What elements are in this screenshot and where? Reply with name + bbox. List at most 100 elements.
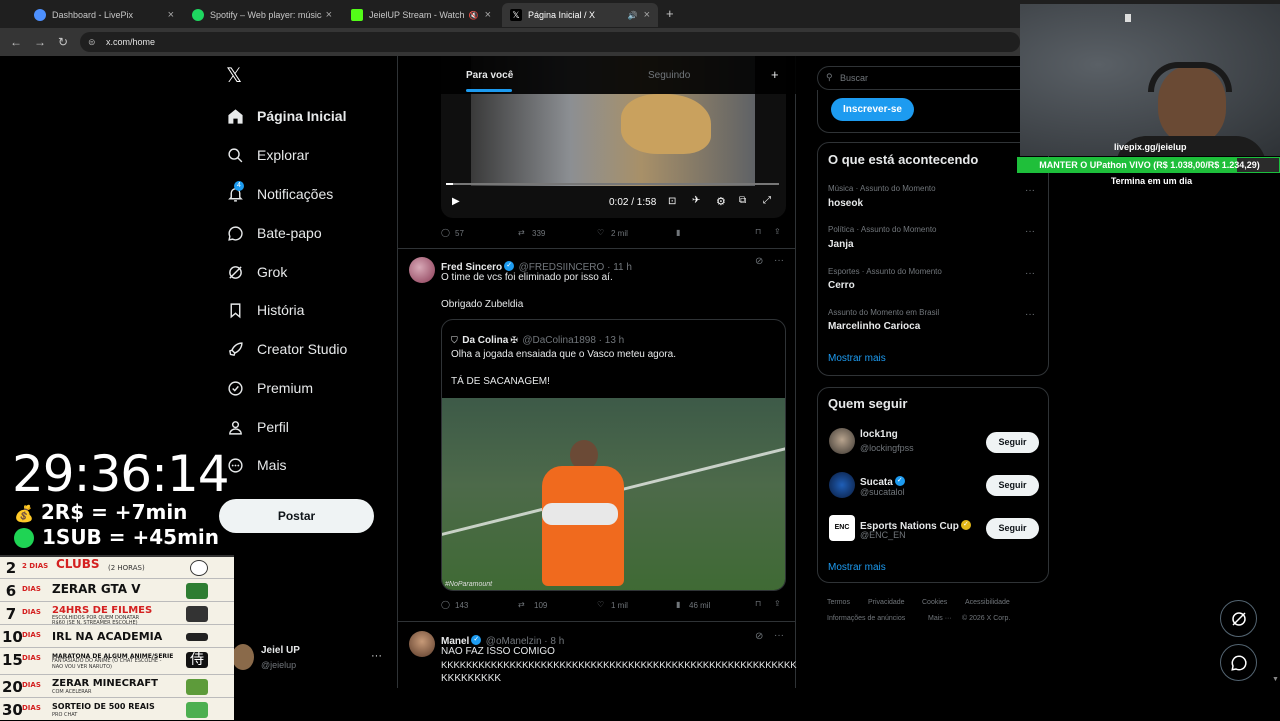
add-feed-icon[interactable]: +	[771, 67, 779, 82]
sidebar-item-notifications[interactable]: 4 Notificações	[226, 180, 333, 208]
audio-tab-icon[interactable]: 🔊	[628, 11, 638, 20]
url-bar[interactable]: ⊜ x.com/home	[80, 32, 1020, 52]
bookmark-icon[interactable]: ⊓	[755, 227, 761, 236]
sidebar-item-creator-studio[interactable]: Creator Studio	[226, 335, 347, 363]
sidebar-item-home[interactable]: Página Inicial	[226, 102, 346, 130]
subscribe-button[interactable]: Inscrever-se	[831, 98, 914, 121]
tweet-avatar[interactable]	[409, 631, 435, 657]
more-icon[interactable]: ···	[774, 630, 784, 641]
follow-button[interactable]: Seguir	[986, 432, 1039, 453]
reply-icon[interactable]: ◯	[441, 228, 450, 237]
site-info-icon[interactable]: ⊜	[88, 32, 96, 52]
share-icon[interactable]: ⇪	[774, 599, 781, 608]
quote-tweet[interactable]: ⛉ Da Colina ✠ @DaColina1898 · 13 h Olha a…	[441, 319, 786, 591]
follow-button[interactable]: Seguir	[986, 475, 1039, 496]
sidebar-item-chat[interactable]: Bate-papo	[226, 219, 322, 247]
more-icon[interactable]: ···	[774, 255, 784, 266]
tweet-text: Obrigado Zubeldia	[441, 299, 524, 310]
reload-icon[interactable]: ↻	[58, 35, 68, 49]
account-menu-button[interactable]: ···	[371, 650, 382, 662]
pip-icon[interactable]: ⧉	[739, 195, 746, 206]
browser-tab-spotify[interactable]: Spotify – Web player: música p ×	[184, 3, 340, 27]
grok-icon[interactable]: ⊘	[755, 256, 763, 267]
quote-media-image[interactable]: #NoParamount	[442, 398, 785, 590]
goal-subtext: FANTASIADO DO ANIME (O CHAT ESCOLHE - NA…	[52, 658, 162, 670]
livepix-favicon-icon	[34, 9, 46, 21]
browser-tab-x[interactable]: 𝕏 Página Inicial / X 🔊 ×	[502, 3, 658, 27]
url-text: x.com/home	[106, 37, 156, 47]
search-box[interactable]: ⚲ Buscar	[817, 66, 1027, 90]
close-tab-icon[interactable]: ×	[644, 9, 650, 21]
grok-fab-button[interactable]	[1220, 600, 1257, 637]
browser-tab-livepix[interactable]: Dashboard - LivePix ×	[26, 3, 182, 27]
back-arrow-icon[interactable]: ←	[10, 35, 22, 49]
more-icon[interactable]: ···	[1025, 309, 1035, 320]
suggestion-avatar[interactable]	[829, 428, 855, 454]
footer-accessibility-link[interactable]: Acessibilidade	[965, 599, 1010, 606]
show-more-follow-link[interactable]: Mostrar mais	[828, 562, 886, 573]
follow-button[interactable]: Seguir	[986, 518, 1039, 539]
reply-icon[interactable]: ◯	[441, 600, 450, 609]
scroll-down-icon[interactable]: ▼	[1272, 676, 1279, 683]
new-tab-button[interactable]: +	[666, 6, 674, 21]
show-more-trends-link[interactable]: Mostrar mais	[828, 353, 886, 364]
footer-privacy-link[interactable]: Privacidade	[868, 599, 905, 606]
video-progress-fill	[446, 183, 453, 185]
sidebar-item-history[interactable]: História	[226, 296, 304, 324]
x-logo-icon[interactable]: 𝕏	[226, 66, 246, 86]
bookmark-icon[interactable]: ⊓	[755, 599, 761, 608]
sidebar-item-more[interactable]: Mais	[226, 451, 287, 479]
footer-cookies-link[interactable]: Cookies	[922, 599, 947, 606]
sidebar-item-profile[interactable]: Perfil	[226, 413, 289, 441]
account-avatar[interactable]	[232, 644, 254, 670]
enc-logo-icon[interactable]: ENC	[829, 515, 855, 541]
grok-icon[interactable]: ⊘	[755, 631, 763, 642]
sidebar-item-grok[interactable]: Grok	[226, 258, 287, 286]
captions-icon[interactable]: ⊡	[668, 196, 676, 207]
footer-more-link[interactable]: Mais ···	[928, 615, 952, 622]
trend-name[interactable]: Janja	[828, 239, 854, 250]
mute-tab-icon[interactable]: 🔇	[469, 11, 479, 20]
fullscreen-icon[interactable]: ⤢	[763, 195, 771, 206]
views-icon[interactable]: ▮	[676, 228, 680, 237]
tab-for-you[interactable]: Para você	[466, 70, 513, 81]
browser-tab-kick[interactable]: JeielUP Stream - Watch Live 🔇 ×	[343, 3, 499, 27]
play-icon[interactable]: ▶	[452, 196, 460, 207]
goal-days: DIAS	[22, 681, 41, 689]
close-tab-icon[interactable]: ×	[326, 9, 332, 21]
sidebar-item-label: Creator Studio	[257, 341, 348, 357]
goal-days: DIAS	[22, 585, 41, 593]
suggestion-name[interactable]: lock1ng	[860, 429, 898, 440]
tab-title: Dashboard - LivePix	[52, 10, 134, 20]
quote-text: Olha a jogada ensaiada que o Vasco meteu…	[451, 349, 676, 360]
more-icon[interactable]: ···	[1025, 185, 1035, 196]
like-icon[interactable]: ♡	[597, 600, 604, 609]
footer-ads-info-link[interactable]: Informações de anúncios	[827, 615, 905, 622]
goal-number: 15	[2, 651, 23, 669]
tweet-avatar[interactable]	[409, 257, 435, 283]
forward-arrow-icon[interactable]: →	[34, 35, 46, 49]
tab-following[interactable]: Seguindo	[648, 70, 690, 81]
close-tab-icon[interactable]: ×	[485, 9, 491, 21]
sidebar-item-premium[interactable]: Premium	[226, 374, 313, 402]
more-icon[interactable]: ···	[1025, 226, 1035, 237]
trend-name[interactable]: Cerro	[828, 280, 855, 291]
footer-terms-link[interactable]: Termos	[827, 599, 850, 606]
close-tab-icon[interactable]: ×	[168, 9, 174, 21]
settings-gear-icon[interactable]: ⚙	[716, 195, 726, 208]
video-progress-track[interactable]	[446, 183, 779, 185]
like-icon[interactable]: ♡	[597, 228, 604, 237]
post-button[interactable]: Postar	[219, 499, 374, 533]
trend-name[interactable]: Marcelinho Carioca	[828, 321, 920, 332]
repost-icon[interactable]: ⇄	[518, 228, 525, 237]
messages-fab-button[interactable]	[1220, 644, 1257, 681]
repost-icon[interactable]: ⇄	[518, 600, 525, 609]
subathon-goals-panel: 2 2 DIAS CLUBS (2 HORAS) 6 DIAS ZERAR GT…	[0, 555, 234, 720]
share-icon[interactable]: ⇪	[774, 227, 781, 236]
mute-icon[interactable]: ✈	[692, 195, 700, 206]
views-icon[interactable]: ▮	[676, 600, 680, 609]
more-icon[interactable]: ···	[1025, 268, 1035, 279]
trend-name[interactable]: hoseok	[828, 198, 863, 209]
sidebar-item-explore[interactable]: Explorar	[226, 141, 309, 169]
suggestion-avatar[interactable]	[829, 472, 855, 498]
